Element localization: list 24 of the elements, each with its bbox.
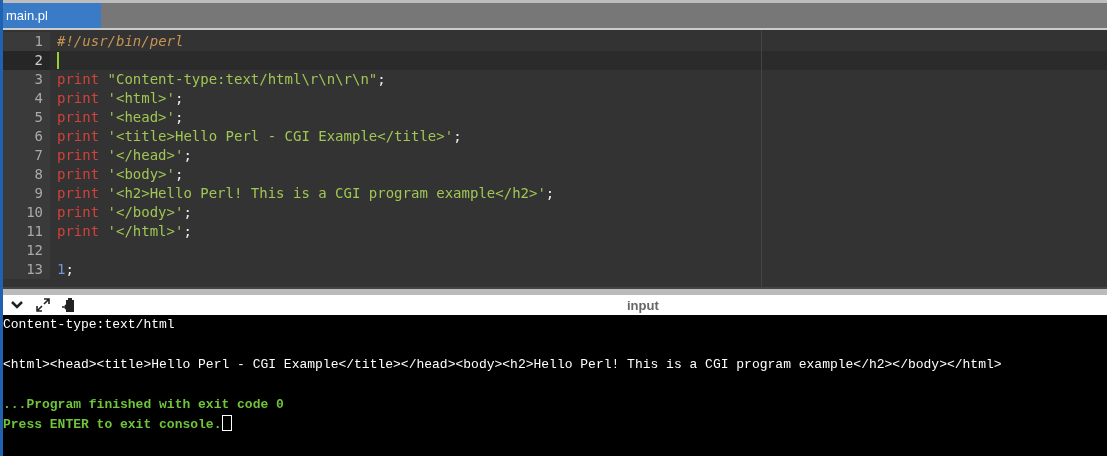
line-number: 7	[3, 146, 50, 165]
file-tab[interactable]: main.pl	[3, 3, 101, 28]
line-number: 12	[3, 241, 50, 260]
line-number: 6	[3, 127, 50, 146]
expand-icon[interactable]	[35, 297, 51, 313]
line-number: 3	[3, 70, 50, 89]
console-line: <html><head><title>Hello Perl - CGI Example</title></head><body><h2>Hello Perl! This is a CGI program example</h2></body></html>	[3, 356, 1002, 374]
line-number: 8	[3, 165, 50, 184]
line-number: 4	[3, 89, 50, 108]
text-caret	[57, 52, 59, 69]
console-line: Press ENTER to exit console.	[3, 415, 233, 435]
console-cursor	[222, 415, 233, 431]
line-number: 9	[3, 184, 50, 203]
input-label: input	[627, 297, 659, 313]
line-number: 2	[3, 51, 50, 70]
line-number: 11	[3, 222, 50, 241]
clipboard-icon[interactable]	[61, 297, 77, 313]
line-number: 5	[3, 108, 50, 127]
line-number: 10	[3, 203, 50, 222]
line-number: 13	[3, 260, 50, 279]
console-line: Content-type:text/html	[3, 316, 175, 334]
code-editor[interactable]: 1 #!/usr/bin/perl 2 3 print "Content-type:text/html\r\n\r\n"; 4 print '<html>'; 5 print '<head>'; 6 print '<title>Hello Perl - CGI Example</title>'; 7 print '</head>'; 8 print '<body>'; 9 print '<h2>Hello Perl! This is a CGI program example</h2>'; 10 print '</body>'; 11 print '</html>'; 12 13 1;	[3, 30, 1107, 287]
line-number: 1	[3, 32, 50, 51]
console-line: ...Program finished with exit code 0	[3, 396, 284, 414]
